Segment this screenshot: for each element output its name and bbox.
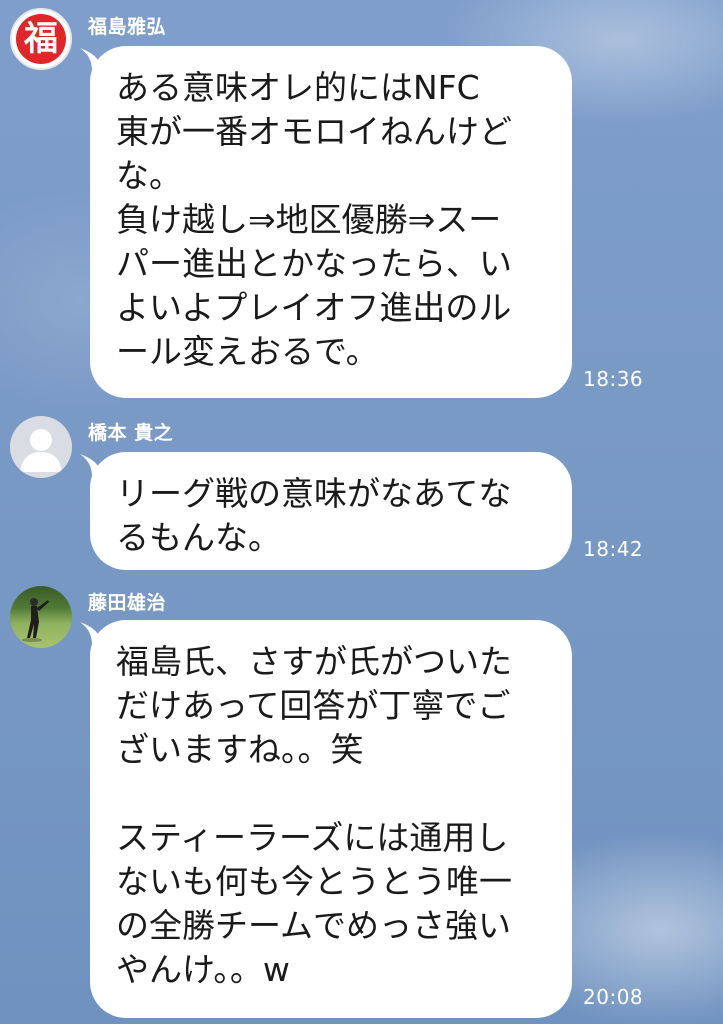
avatar[interactable]: 福 (10, 8, 72, 70)
avatar-logo-glyph: 福 (24, 19, 58, 59)
message-bubble[interactable]: ある意味オレ的にはNFC 東が一番オモロイねんけど な。 負け越し⇒地区優勝⇒ス… (90, 46, 572, 398)
default-user-icon (20, 429, 62, 472)
message-bubble[interactable]: 福島氏、さすが氏がついた だけあって回答が丁寧でご ざいますね。。笑 スティーラ… (90, 620, 572, 1018)
sender-name: 橋本 貴之 (88, 422, 174, 444)
sender-name: 藤田雄治 (88, 592, 167, 614)
avatar-logo-mark: 福 (16, 14, 66, 64)
avatar[interactable] (10, 416, 72, 478)
message-timestamp: 20:08 (583, 985, 644, 1009)
sender-name: 福島雅弘 (88, 16, 167, 38)
message-bubble[interactable]: リーグ戦の意味がなあてな るもんな。 (90, 452, 572, 570)
person-photo-icon (22, 598, 49, 642)
message-timestamp: 18:36 (583, 367, 644, 391)
message-timestamp: 18:42 (583, 537, 644, 561)
avatar[interactable] (10, 586, 72, 648)
